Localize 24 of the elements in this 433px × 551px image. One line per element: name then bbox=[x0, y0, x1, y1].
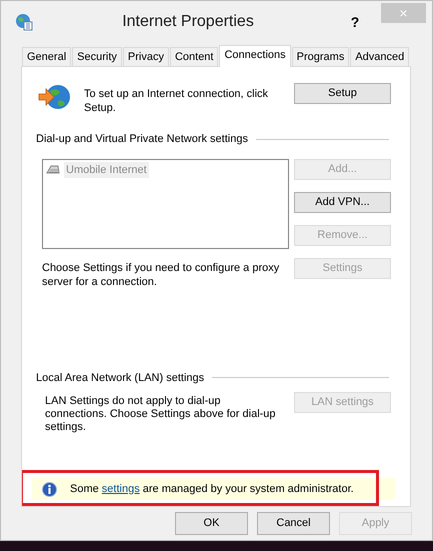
admin-notice: Some settings are managed by your system administrator. bbox=[70, 482, 354, 497]
setup-button[interactable]: Setup bbox=[294, 83, 391, 104]
tab[interactable]: Advanced bbox=[350, 47, 410, 66]
window-title: Internet Properties bbox=[122, 13, 254, 30]
info-icon bbox=[42, 482, 57, 496]
lan-instructions: LAN Settings do not apply to dial-up connections. Choose Settings above for dial-up settings. bbox=[45, 395, 277, 434]
dialup-button[interactable]: Add VPN... bbox=[294, 192, 391, 212]
proxy-instructions: Choose Settings if you need to configure a proxy server for a connection. bbox=[42, 260, 280, 288]
globe-arrow-icon bbox=[38, 83, 72, 111]
section-heading: Dial-up and Virtual Private Network settings bbox=[36, 132, 248, 147]
tab[interactable]: Programs bbox=[292, 47, 350, 66]
dialog-button[interactable]: Cancel bbox=[257, 512, 330, 535]
tab[interactable]: Security bbox=[72, 47, 122, 66]
tab[interactable]: General bbox=[22, 47, 72, 66]
section-heading: Local Area Network (LAN) settings bbox=[36, 370, 204, 386]
tab[interactable]: Connections bbox=[219, 45, 291, 67]
dialog-button[interactable]: OK bbox=[175, 512, 248, 535]
settings-link[interactable]: settings bbox=[102, 482, 140, 495]
help-button[interactable]: ? bbox=[343, 12, 367, 32]
modem-icon bbox=[46, 164, 60, 176]
tab[interactable]: Privacy bbox=[122, 47, 169, 66]
globe-settings-icon bbox=[15, 13, 33, 31]
setup-instructions: To set up an Internet connection, click Setup. bbox=[84, 87, 270, 115]
tab[interactable]: Content bbox=[170, 47, 218, 66]
